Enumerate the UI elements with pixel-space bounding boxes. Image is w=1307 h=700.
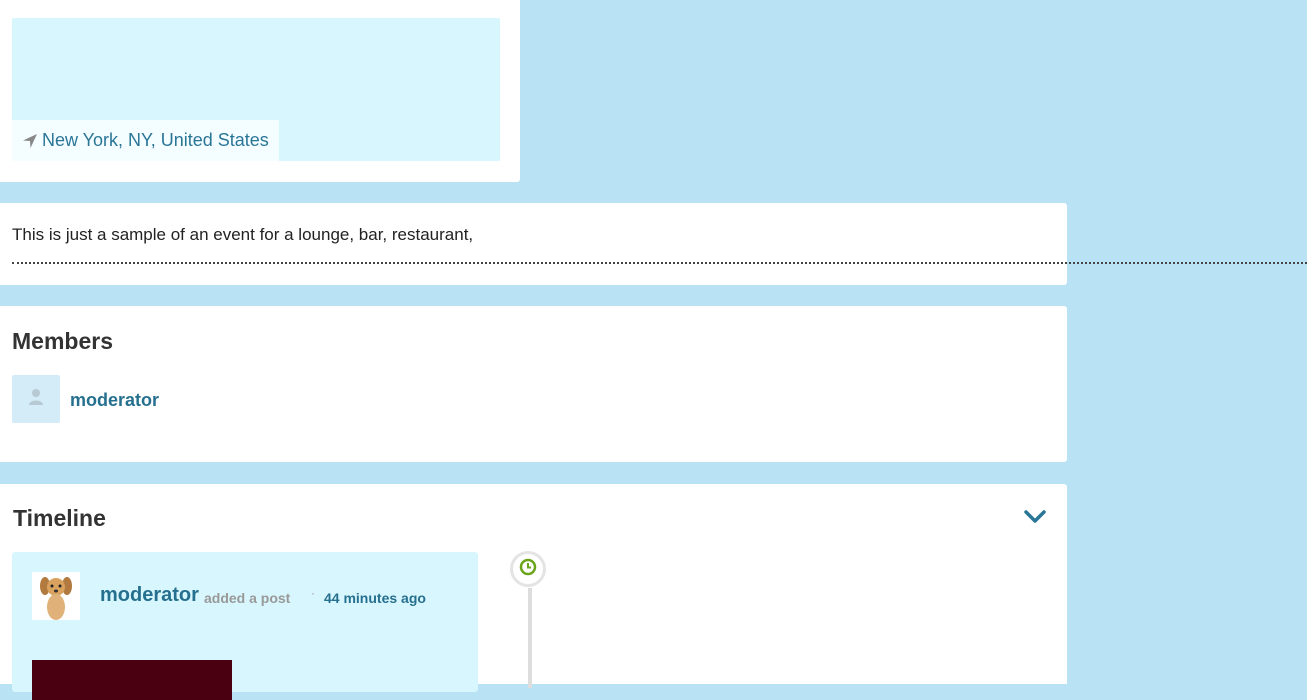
post-timestamp-link[interactable]: 44 minutes ago: [324, 590, 426, 606]
description-card: This is just a sample of an event for a …: [0, 203, 1307, 285]
post-author-link[interactable]: moderator: [100, 584, 199, 607]
location-tag[interactable]: New York, NY, United States: [12, 120, 279, 161]
member-name-link[interactable]: moderator: [70, 390, 159, 411]
timeline-line: [528, 588, 532, 688]
chevron-down-icon: [1022, 510, 1048, 534]
location-arrow-icon: [22, 133, 38, 149]
timeline-collapse-button[interactable]: [1022, 504, 1048, 530]
timeline-node: [510, 551, 546, 587]
post-author-avatar[interactable]: [32, 572, 80, 620]
clock-icon: [519, 558, 537, 581]
event-description: This is just a sample of an event for a …: [12, 225, 474, 244]
post-separator: ·: [311, 586, 315, 600]
post-image[interactable]: [32, 660, 232, 700]
timeline-card: Timeline moderator added a post · 44 min…: [0, 484, 1067, 700]
map-card: New York, NY, United States: [0, 0, 520, 182]
timeline-title: Timeline: [13, 505, 106, 531]
timeline-post: moderator added a post · 44 minutes ago: [12, 552, 478, 700]
member-avatar[interactable]: [12, 375, 60, 423]
location-label: New York, NY, United States: [42, 130, 269, 150]
post-action-text: added a post: [204, 590, 291, 606]
dotted-divider: [12, 262, 1307, 264]
members-title: Members: [12, 328, 113, 354]
map-area[interactable]: New York, NY, United States: [12, 18, 500, 161]
user-icon: [28, 388, 44, 411]
members-card: Members moderator: [0, 306, 1067, 462]
